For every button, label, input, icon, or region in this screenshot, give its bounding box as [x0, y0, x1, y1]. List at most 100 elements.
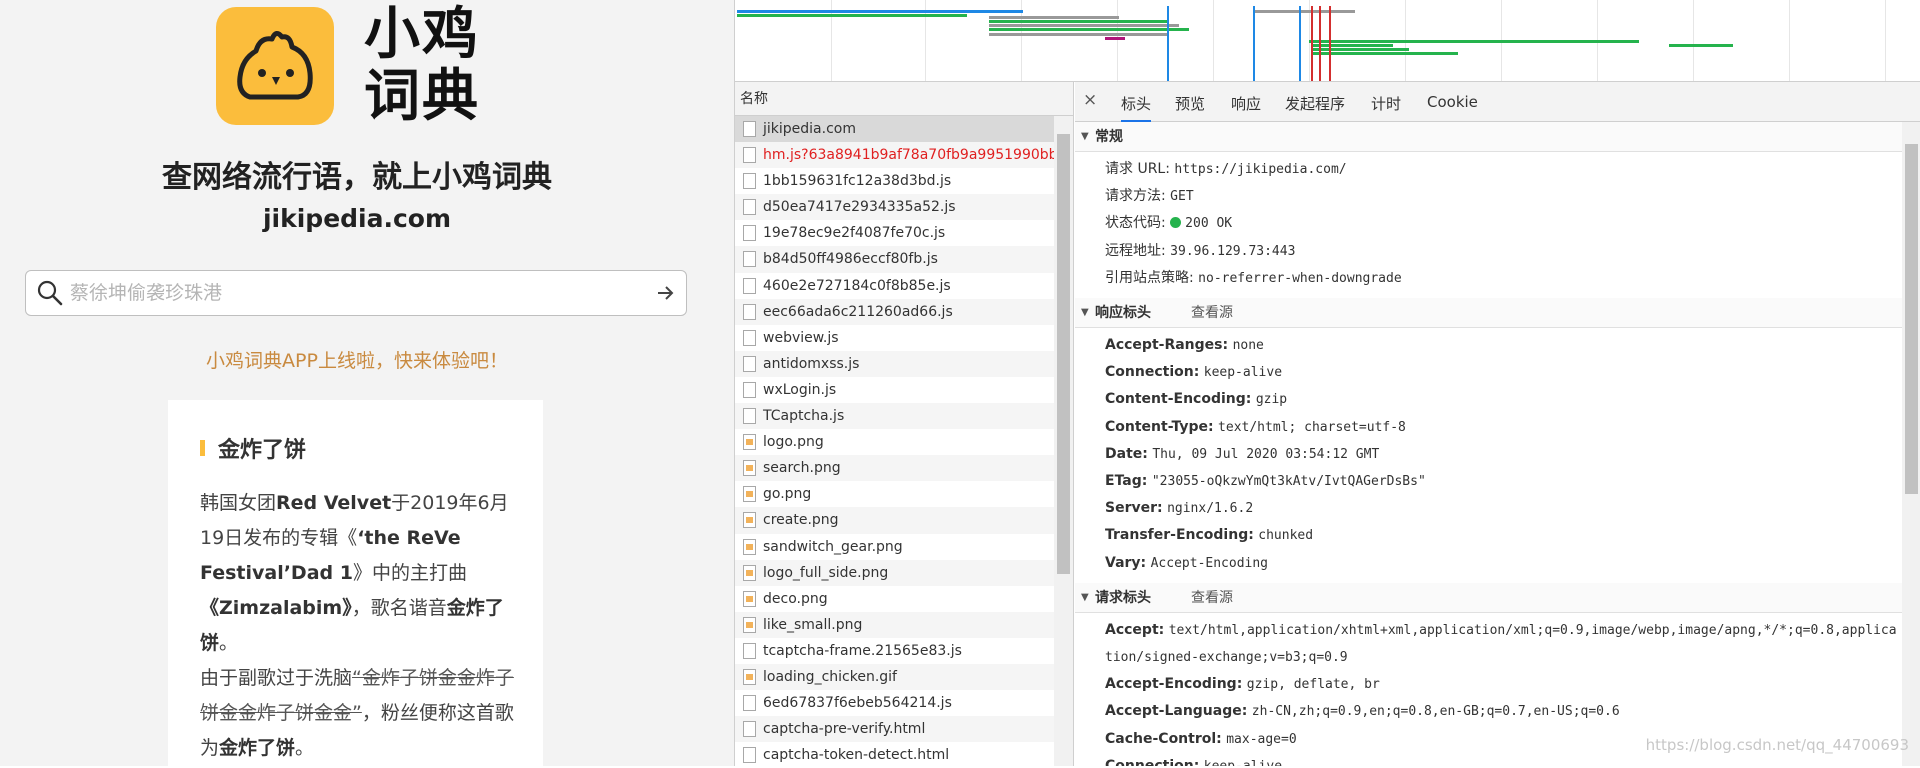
request-row[interactable]: 19e78ec9e2f4087fe70c.js — [735, 220, 1054, 246]
text-span: 由于副歌过于洗脑 — [200, 667, 353, 689]
header-key: Content-Encoding: — [1105, 391, 1252, 408]
request-row[interactable]: create.png — [735, 507, 1054, 534]
request-row[interactable]: webview.js — [735, 325, 1054, 351]
request-name: logo_full_side.png — [763, 564, 889, 581]
request-row[interactable]: tcaptcha-frame.21565e83.js — [735, 638, 1054, 664]
card-title[interactable]: 金炸了饼 — [218, 432, 306, 464]
details-scrollbar[interactable] — [1902, 122, 1920, 766]
tab-cookie[interactable]: Cookie — [1427, 93, 1478, 111]
request-row[interactable]: TCaptcha.js — [735, 403, 1054, 430]
request-name: hm.js?63a8941b9af78a70fb9a9951990bbcb — [763, 147, 1054, 164]
document-file-icon — [743, 121, 756, 137]
general-section-header[interactable]: ▼ 常规 — [1075, 122, 1902, 152]
image-file-icon — [743, 616, 756, 633]
header-key: 远程地址: — [1105, 242, 1166, 259]
request-row[interactable]: 1bb159631fc12a38d3bd.js — [735, 168, 1054, 194]
request-name: d50ea7417e2934335a52.js — [763, 199, 956, 216]
view-source-link[interactable]: 查看源 — [1191, 583, 1233, 613]
text-span: 韩国女团 — [200, 492, 277, 514]
request-name: search.png — [763, 460, 841, 477]
header-key: ETag: — [1105, 473, 1148, 490]
view-source-link[interactable]: 查看源 — [1191, 298, 1233, 328]
request-name: webview.js — [763, 329, 839, 346]
app-promo-link[interactable]: 小鸡词典APP上线啦，快来体验吧！ — [0, 346, 714, 373]
header-row: Accept-Language: zh-CN,zh;q=0.9,en;q=0.8… — [1075, 698, 1902, 725]
search-icon[interactable] — [36, 279, 64, 311]
header-value: https://jikipedia.com/ — [1174, 162, 1347, 177]
scrollbar-thumb[interactable] — [1057, 134, 1070, 574]
response-headers-section-header[interactable]: ▼ 响应标头 查看源 — [1075, 298, 1902, 329]
request-name: captcha-pre-verify.html — [763, 721, 926, 738]
request-name: TCaptcha.js — [763, 408, 845, 425]
header-key: 引用站点策略: — [1105, 269, 1194, 286]
request-details: × 标头 预览 响应 发起程序 计时 Cookie ▼ 常规 请求 URL: htt… — [1075, 82, 1920, 766]
search-input[interactable] — [70, 277, 630, 309]
response-headers-section: Accept-Ranges: none Connection: keep-aliv… — [1075, 328, 1902, 583]
request-list-scrollbar[interactable] — [1054, 116, 1073, 766]
close-icon[interactable]: × — [1083, 90, 1097, 110]
text-span: 。 — [219, 632, 239, 654]
request-row[interactable]: b84d50ff4986eccf80fb.js — [735, 246, 1054, 273]
request-row[interactable]: logo.png — [735, 429, 1054, 455]
request-row[interactable]: search.png — [735, 455, 1054, 482]
chicken-logo-icon[interactable] — [216, 7, 334, 125]
arrow-right-icon[interactable] — [656, 283, 676, 307]
timeline-bar — [989, 20, 1169, 23]
timeline-bar — [989, 33, 1169, 36]
header-value: "23055-oQkzwYmQt3kAtv/IvtQAGerDsBs" — [1151, 474, 1426, 490]
request-row[interactable]: 460e2e727184c0f8b85e.js — [735, 273, 1054, 299]
request-row[interactable]: loading_chicken.gif — [735, 663, 1054, 691]
request-row[interactable]: deco.png — [735, 586, 1054, 612]
document-file-icon — [743, 695, 756, 712]
timeline-bar — [1105, 37, 1125, 40]
card-body: 韩国女团Red Velvet于2019年6月19日发布的专辑《‘the ReVe… — [200, 486, 518, 766]
request-row[interactable]: sandwitch_gear.png — [735, 534, 1054, 560]
request-row[interactable]: d50ea7417e2934335a52.js — [735, 194, 1054, 221]
collapse-triangle-icon[interactable]: ▼ — [1081, 122, 1089, 152]
collapse-triangle-icon[interactable]: ▼ — [1081, 298, 1089, 328]
header-key: Accept-Language: — [1105, 703, 1248, 720]
header-key: Connection: — [1105, 364, 1200, 381]
header-row: Accept-Encoding: gzip, deflate, br — [1075, 671, 1902, 698]
image-file-icon — [743, 538, 756, 555]
header-row: 请求方法: GET — [1075, 183, 1902, 210]
timeline-bar — [1313, 48, 1409, 51]
image-file-icon — [743, 564, 756, 581]
header-row: Connection: keep-alive — [1075, 753, 1902, 766]
section-title: 常规 — [1095, 129, 1123, 145]
timeline-marker — [1167, 6, 1169, 81]
tab-response[interactable]: 响应 — [1231, 93, 1261, 114]
request-row[interactable]: 6ed67837f6ebeb564214.js — [735, 690, 1054, 716]
site-domain: jikipedia.com — [262, 204, 452, 233]
name-column-header[interactable]: 名称 — [735, 82, 1073, 116]
header-key: Transfer-Encoding: — [1105, 527, 1254, 544]
bold-term: 《Zimzalabim》 — [200, 597, 352, 619]
request-row[interactable]: captcha-token-detect.html — [735, 742, 1054, 768]
request-headers-section-header[interactable]: ▼ 请求标头 查看源 — [1075, 582, 1902, 613]
request-row[interactable]: eec66ada6c211260ad66.js — [735, 298, 1054, 325]
scrollbar-thumb[interactable] — [1905, 144, 1918, 494]
request-row[interactable]: jikipedia.com — [735, 116, 1054, 143]
timeline-bar — [1313, 44, 1393, 47]
search-bar — [25, 270, 687, 316]
tab-timing[interactable]: 计时 — [1371, 93, 1401, 114]
tab-initiator[interactable]: 发起程序 — [1285, 93, 1345, 114]
request-row[interactable]: wxLogin.js — [735, 377, 1054, 403]
logo-wordmark: 小鸡 词典 — [364, 2, 480, 129]
tab-preview[interactable]: 预览 — [1175, 93, 1205, 114]
request-row[interactable]: antidomxss.js — [735, 350, 1054, 377]
document-file-icon — [743, 147, 756, 164]
network-overview-timeline[interactable] — [735, 0, 1920, 82]
header-value: Thu, 09 Jul 2020 03:54:12 GMT — [1152, 446, 1380, 462]
document-file-icon — [743, 199, 756, 216]
request-row[interactable]: go.png — [735, 481, 1054, 507]
request-row[interactable]: hm.js?63a8941b9af78a70fb9a9951990bbcb — [735, 142, 1054, 169]
request-name: like_small.png — [763, 616, 863, 633]
request-row[interactable]: like_small.png — [735, 611, 1054, 638]
request-row[interactable]: logo_full_side.png — [735, 559, 1054, 586]
request-row[interactable]: captcha-pre-verify.html — [735, 716, 1054, 743]
collapse-triangle-icon[interactable]: ▼ — [1081, 583, 1089, 613]
request-name: logo.png — [763, 434, 824, 451]
tab-headers[interactable]: 标头 — [1121, 93, 1152, 122]
timeline-gridline — [1117, 0, 1118, 81]
